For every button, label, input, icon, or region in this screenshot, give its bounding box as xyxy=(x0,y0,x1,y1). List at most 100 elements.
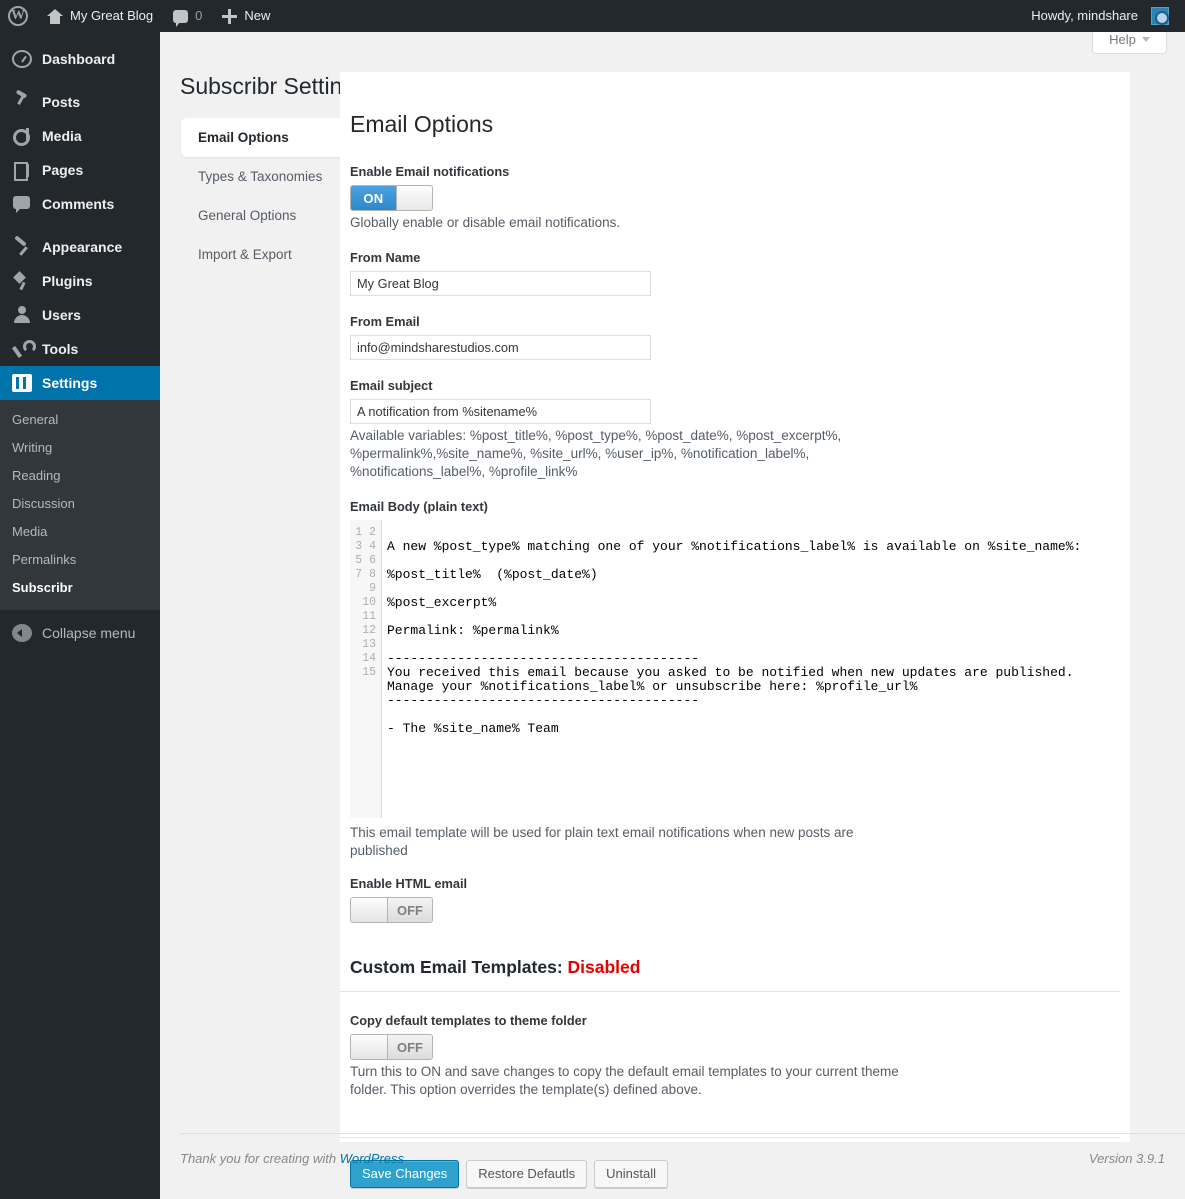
enable-email-label: Enable Email notifications xyxy=(350,164,510,179)
tab-label: Types & Taxonomies xyxy=(198,169,323,184)
copy-templates-description: Turn this to ON and save changes to copy… xyxy=(350,1064,899,1097)
submenu-item-writing[interactable]: Writing xyxy=(0,434,160,462)
sidebar-item-comments[interactable]: Comments xyxy=(0,187,160,221)
email-body-label: Email Body (plain text) xyxy=(350,499,488,514)
tab-types-taxonomies[interactable]: Types & Taxonomies xyxy=(181,157,341,196)
sidebar-item-plugins[interactable]: Plugins xyxy=(0,264,160,298)
content-wrap: Help Subscribr Settings Email Options Ty… xyxy=(160,25,1185,1199)
wrench-icon xyxy=(12,339,36,359)
admin-sidebar: Dashboard Posts Media Pages Comments App… xyxy=(0,32,168,1199)
toggle-knob xyxy=(351,1035,388,1059)
toggle-knob xyxy=(395,186,432,210)
from-email-input[interactable] xyxy=(350,335,651,360)
from-name-input[interactable] xyxy=(350,271,651,296)
media-icon xyxy=(12,126,32,146)
sidebar-item-label: Comments xyxy=(42,196,115,212)
user-icon xyxy=(12,305,32,325)
paintbrush-icon xyxy=(12,237,32,257)
footer-thanks: Thank you for creating with WordPress. xyxy=(180,1151,408,1166)
comment-count: 0 xyxy=(195,8,203,23)
footer-thanks-prefix: Thank you for creating with xyxy=(180,1151,340,1166)
submenu-item-reading[interactable]: Reading xyxy=(0,462,160,490)
home-icon xyxy=(47,8,63,24)
sidebar-item-posts[interactable]: Posts xyxy=(0,85,160,119)
settings-panel: Email Options Enable Email notifications… xyxy=(340,72,1130,1188)
custom-templates-heading: Custom Email Templates: Disabled xyxy=(350,955,1130,979)
copy-templates-label: Copy default templates to theme folder xyxy=(350,1013,587,1028)
from-name-label: From Name xyxy=(350,250,421,265)
sidebar-item-users[interactable]: Users xyxy=(0,298,160,332)
page-title: Subscribr Settings xyxy=(180,73,367,99)
avatar xyxy=(1151,7,1169,25)
tab-general-options[interactable]: General Options xyxy=(181,196,341,235)
footer-version: Version 3.9.1 xyxy=(1088,1151,1165,1166)
submenu-item-media[interactable]: Media xyxy=(0,518,160,546)
email-subject-description: Available variables: %post_title%, %post… xyxy=(350,428,842,479)
sidebar-item-appearance[interactable]: Appearance xyxy=(0,230,160,264)
email-body-description: This email template will be used for pla… xyxy=(350,825,854,858)
toggle-knob xyxy=(351,898,388,922)
sidebar-item-label: Pages xyxy=(42,162,84,178)
enable-html-group: Enable HTML email OFF xyxy=(350,876,1130,923)
help-label: Help xyxy=(1109,31,1136,47)
submenu-item-general[interactable]: General xyxy=(0,406,160,434)
sidebar-item-label: Tools xyxy=(42,341,79,357)
collapse-menu-label: Collapse menu xyxy=(42,625,136,641)
sidebar-item-settings[interactable]: Settings xyxy=(0,366,168,400)
tab-import-export[interactable]: Import & Export xyxy=(181,235,341,274)
sidebar-item-label: Media xyxy=(42,128,82,144)
email-body-code-editor[interactable]: 1 2 3 4 5 6 7 8 9 10 11 12 13 14 15 A ne… xyxy=(350,520,1120,818)
tab-label: General Options xyxy=(198,208,297,223)
wordpress-link[interactable]: WordPress xyxy=(340,1151,404,1166)
sidebar-item-pages[interactable]: Pages xyxy=(0,153,160,187)
admin-footer: Thank you for creating with WordPress. V… xyxy=(180,1133,1185,1183)
sidebar-divider xyxy=(0,76,160,85)
comment-bubble-icon xyxy=(173,9,189,27)
submenu-item-subscribr[interactable]: Subscribr xyxy=(0,574,160,602)
plus-icon xyxy=(222,8,238,24)
email-subject-group: Email subject Available variables: %post… xyxy=(350,378,1130,481)
tab-email-options[interactable]: Email Options xyxy=(181,118,341,157)
enable-email-group: Enable Email notifications ON Globally e… xyxy=(350,164,1130,232)
from-email-group: From Email xyxy=(350,314,1130,360)
submenu-item-discussion[interactable]: Discussion xyxy=(0,490,160,518)
section-heading: Email Options xyxy=(350,111,494,137)
copy-templates-toggle[interactable]: OFF xyxy=(350,1034,433,1060)
wp-logo-button[interactable]: W xyxy=(0,0,37,32)
sidebar-divider xyxy=(0,221,160,230)
email-subject-input[interactable] xyxy=(350,399,651,424)
site-name-label: My Great Blog xyxy=(70,8,154,23)
custom-templates-label: Custom Email Templates: xyxy=(350,957,563,977)
admin-bar: W My Great Blog 0 New Howdy, mindshare xyxy=(0,0,1185,32)
chevron-down-icon xyxy=(1141,36,1150,42)
sidebar-item-media[interactable]: Media xyxy=(0,119,160,153)
pin-icon xyxy=(12,92,32,112)
enable-email-toggle[interactable]: ON xyxy=(350,185,433,211)
email-subject-label: Email subject xyxy=(350,378,433,393)
new-label: New xyxy=(244,8,271,23)
dashboard-icon xyxy=(12,50,32,68)
comments-button[interactable]: 0 xyxy=(163,0,212,32)
code-content[interactable]: A new %post_type% matching one of your %… xyxy=(382,520,1120,818)
howdy-label: Howdy, mindshare xyxy=(1031,8,1138,23)
plug-icon xyxy=(12,271,32,291)
collapse-arrow-icon xyxy=(12,624,32,642)
my-account-button[interactable]: Howdy, mindshare xyxy=(1021,0,1185,32)
tab-label: Import & Export xyxy=(198,247,292,262)
submenu-item-permalinks[interactable]: Permalinks xyxy=(0,546,160,574)
site-name-button[interactable]: My Great Blog xyxy=(37,0,163,32)
footer-thanks-suffix: . xyxy=(404,1151,408,1166)
new-content-button[interactable]: New xyxy=(212,0,280,32)
toggle-off-text: OFF xyxy=(388,1035,432,1059)
toggle-on-text: ON xyxy=(351,186,396,210)
sidebar-item-label: Plugins xyxy=(42,273,93,289)
collapse-menu-button[interactable]: Collapse menu xyxy=(0,616,160,650)
from-name-group: From Name xyxy=(350,250,1130,296)
copy-templates-group: Copy default templates to theme folder O… xyxy=(350,1013,1130,1099)
email-body-group: Email Body (plain text) 1 2 3 4 5 6 7 8 … xyxy=(350,499,1130,860)
pages-icon xyxy=(12,160,32,181)
sidebar-item-tools[interactable]: Tools xyxy=(0,332,160,366)
from-email-label: From Email xyxy=(350,314,420,329)
enable-html-toggle[interactable]: OFF xyxy=(350,897,433,923)
sidebar-item-dashboard[interactable]: Dashboard xyxy=(0,42,160,76)
